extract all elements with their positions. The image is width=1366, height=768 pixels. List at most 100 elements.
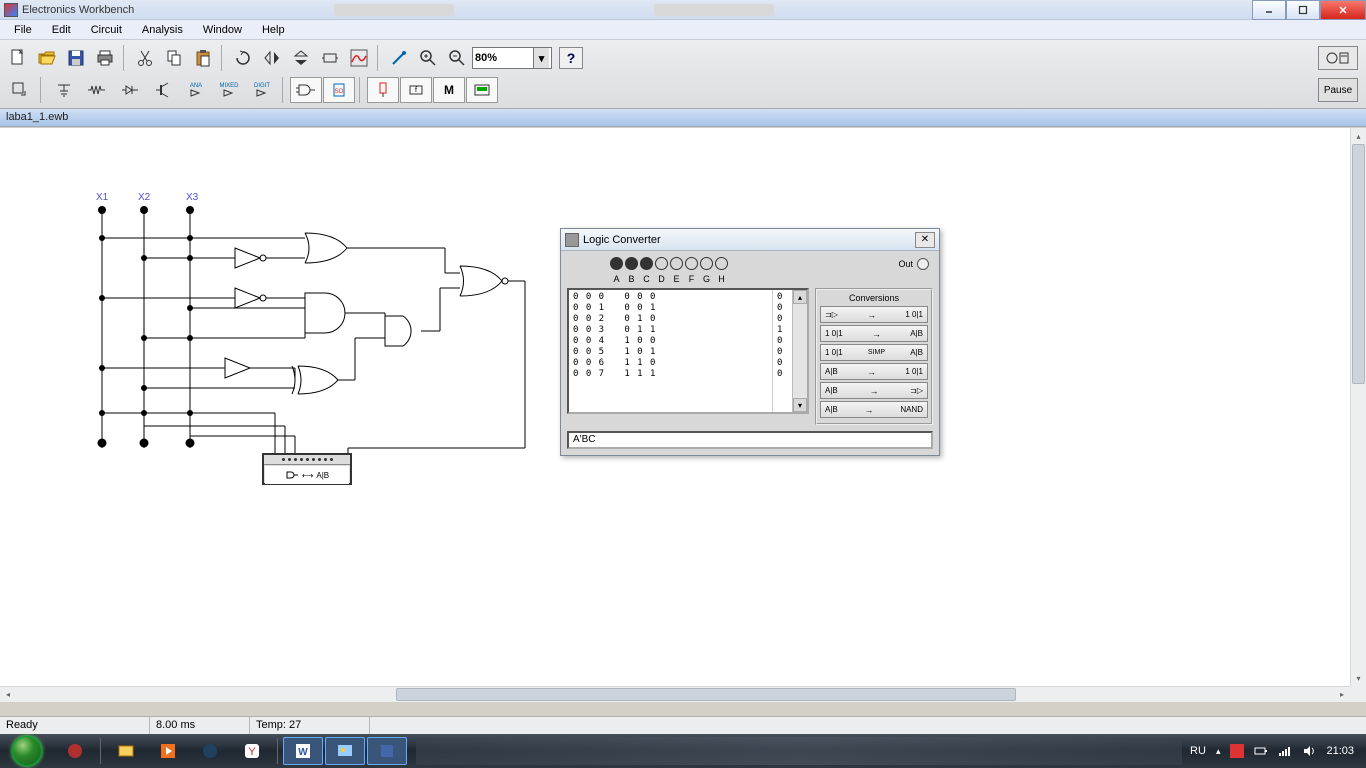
tray-volume-icon[interactable] xyxy=(1302,744,1316,758)
window-titlebar: Electronics Workbench xyxy=(0,0,1366,20)
gate-icon xyxy=(285,470,299,480)
scroll-corner xyxy=(1350,686,1366,702)
input-terminal-b[interactable] xyxy=(625,257,638,270)
input-terminal-a[interactable] xyxy=(610,257,623,270)
digital-ic-button[interactable]: SO xyxy=(323,77,355,103)
output-label: Out xyxy=(898,259,913,269)
input-terminal-c[interactable] xyxy=(640,257,653,270)
digital-button[interactable]: DIGIT xyxy=(246,77,278,103)
dialog-title: Logic Converter xyxy=(583,234,661,246)
menu-file[interactable]: File xyxy=(4,22,42,38)
taskbar-word[interactable]: W xyxy=(283,737,323,765)
pause-button[interactable]: Pause xyxy=(1318,78,1358,102)
svg-text:M: M xyxy=(444,83,454,97)
status-ready: Ready xyxy=(0,717,150,734)
dialog-titlebar[interactable]: Logic Converter ✕ xyxy=(561,229,939,251)
copy-button[interactable] xyxy=(160,45,188,71)
zoom-in-button[interactable] xyxy=(414,45,442,71)
menu-edit[interactable]: Edit xyxy=(42,22,81,38)
instruments-button[interactable] xyxy=(466,77,498,103)
status-temp: Temp: 27 xyxy=(250,717,370,734)
taskbar-app-2[interactable] xyxy=(190,737,230,765)
menu-analysis[interactable]: Analysis xyxy=(132,22,193,38)
analog-button[interactable]: ANA xyxy=(180,77,212,103)
taskbar-pictures[interactable] xyxy=(325,737,365,765)
open-button[interactable] xyxy=(33,45,61,71)
misc-button[interactable]: M xyxy=(433,77,465,103)
taskbar-ewb[interactable] xyxy=(367,737,407,765)
logic-converter-instrument[interactable]: ⟷ A|B xyxy=(262,453,352,485)
taskbar-explorer[interactable] xyxy=(106,737,146,765)
zoom-select[interactable]: 80% ▾ xyxy=(472,47,552,69)
logic-converter-dialog: Logic Converter ✕ Out AB xyxy=(560,228,940,456)
display-toggle[interactable] xyxy=(1318,46,1358,70)
tray-flag-icon[interactable] xyxy=(1230,744,1244,758)
rotate-button[interactable] xyxy=(229,45,257,71)
flip-h-button[interactable] xyxy=(258,45,286,71)
input-terminal-e[interactable] xyxy=(670,257,683,270)
flip-v-button[interactable] xyxy=(287,45,315,71)
print-button[interactable] xyxy=(91,45,119,71)
dialog-icon xyxy=(565,233,579,247)
conv-expr-to-nand[interactable]: A|B→NAND xyxy=(820,401,928,418)
tray-language[interactable]: RU xyxy=(1190,745,1206,757)
conversions-panel: Conversions ⊐▷→1 0|1 1 0|1→A|B 1 0|1SIMP… xyxy=(815,288,933,425)
basic-button[interactable] xyxy=(81,77,113,103)
taskbar-media[interactable] xyxy=(148,737,188,765)
controls-button[interactable]: f xyxy=(400,77,432,103)
vertical-scrollbar[interactable]: ▴ ▾ xyxy=(1350,128,1366,686)
start-button[interactable] xyxy=(0,734,54,768)
graph-button[interactable] xyxy=(345,45,373,71)
components-favorites[interactable] xyxy=(4,77,36,103)
truth-table-inputs: 0 0 0 0 0 0 0 0 1 0 0 1 0 0 2 0 1 0 0 0 … xyxy=(569,290,660,412)
zoom-value: 80% xyxy=(475,52,497,64)
conv-expr-to-table[interactable]: A|B→1 0|1 xyxy=(820,363,928,380)
subcircuit-button[interactable] xyxy=(316,45,344,71)
minimize-button[interactable] xyxy=(1252,0,1286,20)
paste-button[interactable] xyxy=(189,45,217,71)
input-label-x3: X3 xyxy=(186,192,199,203)
new-button[interactable] xyxy=(4,45,32,71)
diodes-button[interactable] xyxy=(114,77,146,103)
tray-battery-icon[interactable] xyxy=(1254,744,1268,758)
dialog-close-button[interactable]: ✕ xyxy=(915,232,935,248)
transistors-button[interactable] xyxy=(147,77,179,103)
taskbar-app-1[interactable] xyxy=(55,737,95,765)
conv-expr-to-circuit[interactable]: A|B→⊐▷ xyxy=(820,382,928,399)
conversions-title: Conversions xyxy=(820,293,928,303)
input-terminal-h[interactable] xyxy=(715,257,728,270)
svg-text:Y: Y xyxy=(248,746,256,758)
conv-circuit-to-table[interactable]: ⊐▷→1 0|1 xyxy=(820,306,928,323)
horizontal-scrollbar[interactable]: ◂ ▸ xyxy=(0,686,1350,702)
tray-network-icon[interactable] xyxy=(1278,744,1292,758)
maximize-button[interactable] xyxy=(1286,0,1320,20)
help-button[interactable]: ? xyxy=(559,47,583,69)
close-button[interactable] xyxy=(1320,0,1366,20)
expression-input[interactable]: A'BC xyxy=(567,431,933,449)
mixed-button[interactable]: MIXED xyxy=(213,77,245,103)
output-terminal[interactable] xyxy=(917,258,929,270)
probe-button[interactable] xyxy=(385,45,413,71)
save-button[interactable] xyxy=(62,45,90,71)
logic-gates-button[interactable] xyxy=(290,77,322,103)
input-terminal-f[interactable] xyxy=(685,257,698,270)
cut-button[interactable] xyxy=(131,45,159,71)
input-terminal-g[interactable] xyxy=(700,257,713,270)
circuit-canvas[interactable]: .w{stroke:#000;stroke-width:1;fill:none}… xyxy=(0,128,1350,686)
menu-window[interactable]: Window xyxy=(193,22,252,38)
conv-table-to-expr[interactable]: 1 0|1→A|B xyxy=(820,325,928,342)
input-terminal-d[interactable] xyxy=(655,257,668,270)
zoom-out-button[interactable] xyxy=(443,45,471,71)
svg-text:f: f xyxy=(415,87,417,94)
tray-arrow-icon[interactable]: ▴ xyxy=(1216,746,1221,757)
indicators-button[interactable] xyxy=(367,77,399,103)
menubar: File Edit Circuit Analysis Window Help xyxy=(0,20,1366,40)
sources-button[interactable] xyxy=(48,77,80,103)
menu-circuit[interactable]: Circuit xyxy=(81,22,132,38)
conv-table-simp-expr[interactable]: 1 0|1SIMPA|B xyxy=(820,344,928,361)
taskbar-browser[interactable]: Y xyxy=(232,737,272,765)
input-labels-row: AB CD EF GH xyxy=(567,274,933,284)
tray-clock[interactable]: 21:03 xyxy=(1326,745,1354,757)
truth-table-scrollbar[interactable]: ▴ ▾ xyxy=(792,290,807,412)
menu-help[interactable]: Help xyxy=(252,22,295,38)
